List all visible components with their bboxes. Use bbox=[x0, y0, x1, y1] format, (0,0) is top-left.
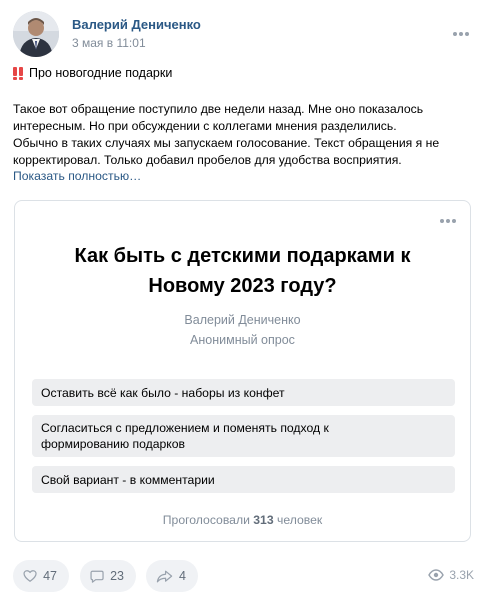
poll-option[interactable]: Согласиться с предложением и поменять по… bbox=[32, 415, 455, 457]
views-counter: 3.3K bbox=[428, 568, 474, 582]
post-body-line: интересным. Но при обсуждении с коллегам… bbox=[13, 119, 397, 133]
poll-card: Как быть с детскими подарками к Новому 2… bbox=[14, 200, 471, 542]
poll-question: Как быть с детскими подарками к Новому 2… bbox=[15, 241, 470, 301]
comment-count: 23 bbox=[110, 569, 124, 583]
eye-icon bbox=[428, 569, 445, 581]
post-body-line: Обычно в таких случаях мы запускаем голо… bbox=[13, 136, 440, 150]
show-more-link[interactable]: Показать полностью… bbox=[13, 169, 141, 183]
double-exclamation-icon bbox=[13, 66, 23, 80]
poll-total-prefix: Проголосовали bbox=[162, 513, 250, 527]
author-avatar[interactable] bbox=[13, 11, 59, 57]
poll-type: Анонимный опрос bbox=[190, 333, 295, 347]
poll-total-count: 313 bbox=[253, 513, 274, 527]
like-count: 47 bbox=[43, 569, 57, 583]
poll-option[interactable]: Оставить всё как было - наборы из конфет bbox=[32, 379, 455, 406]
views-count: 3.3K bbox=[449, 568, 474, 582]
post-title: Про новогодние подарки bbox=[13, 66, 172, 80]
poll-total-suffix: человек bbox=[277, 513, 323, 527]
poll-option-label: Согласиться с предложением и поменять по… bbox=[41, 421, 329, 435]
share-button[interactable]: 4 bbox=[146, 560, 198, 592]
post-body-line: корректировал. Только добавил пробелов д… bbox=[13, 153, 402, 167]
poll-question-line: Новому 2023 году? bbox=[148, 275, 337, 297]
poll-option[interactable]: Свой вариант - в комментарии bbox=[32, 466, 455, 493]
like-button[interactable]: 47 bbox=[13, 560, 69, 592]
poll-option-label: Оставить всё как было - наборы из конфет bbox=[41, 385, 285, 400]
poll-author[interactable]: Валерий Дениченко bbox=[15, 313, 470, 327]
post-date[interactable]: 3 мая в 11:01 bbox=[72, 36, 146, 50]
poll-question-line: Как быть с детскими подарками к bbox=[74, 245, 411, 267]
comment-icon bbox=[90, 570, 104, 583]
post-title-text: Про новогодние подарки bbox=[29, 66, 173, 80]
share-count: 4 bbox=[179, 569, 186, 583]
heart-icon bbox=[23, 570, 37, 582]
more-horizontal-icon[interactable] bbox=[440, 219, 456, 223]
author-name[interactable]: Валерий Дениченко bbox=[72, 17, 201, 32]
more-horizontal-icon[interactable] bbox=[453, 32, 469, 36]
poll-option-label: Свой вариант - в комментарии bbox=[41, 472, 215, 487]
post-body: Такое вот обращение поступило две недели… bbox=[13, 101, 473, 169]
post-body-line: Такое вот обращение поступило две недели… bbox=[13, 102, 424, 116]
comment-button[interactable]: 23 bbox=[80, 560, 136, 592]
poll-total-votes: Проголосовали 313 человек bbox=[15, 513, 470, 527]
poll-option-label: формированию подарков bbox=[41, 437, 186, 451]
share-icon bbox=[156, 570, 173, 582]
